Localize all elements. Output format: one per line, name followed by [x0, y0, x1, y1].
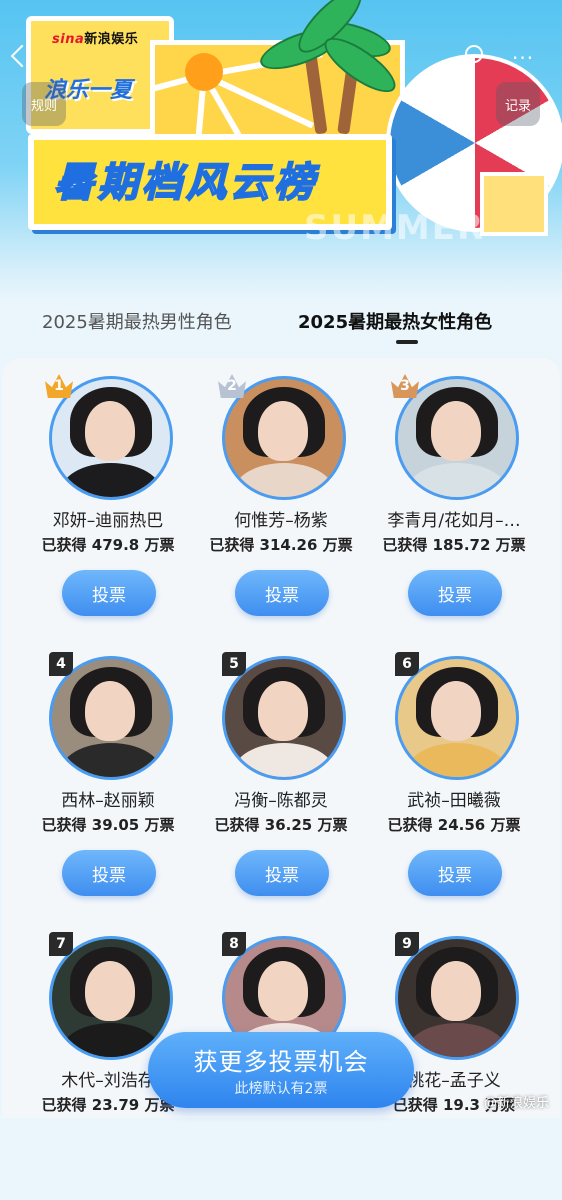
more-icon[interactable]: ···: [512, 46, 534, 70]
more-votes-button[interactable]: 获更多投票机会 此榜默认有2票: [148, 1032, 414, 1108]
vote-button[interactable]: 投票: [235, 570, 329, 616]
rank-badge: 5: [222, 652, 246, 676]
vote-button[interactable]: 投票: [62, 850, 156, 896]
candidate-name: 李青月/花如月–…: [387, 511, 521, 531]
summer-watermark: SUMMER: [304, 208, 486, 248]
candidate-card: 6 武祯–田曦薇 已获得 24.56 万票 投票: [348, 640, 534, 920]
more-votes-label: 获更多投票机会: [193, 1048, 369, 1076]
vote-button[interactable]: 投票: [235, 850, 329, 896]
vote-count: 已获得 185.72 万票: [382, 536, 526, 554]
rank-badge: 7: [49, 932, 73, 956]
candidate-card: 2 何惟芳–杨紫 已获得 314.26 万票 投票: [175, 360, 361, 640]
sina-logo: sina新浪娱乐: [52, 32, 139, 47]
watermark: @新浪娱乐: [484, 1096, 550, 1111]
candidate-card: 5 冯衡–陈都灵 已获得 36.25 万票 投票: [175, 640, 361, 920]
active-tab-indicator: [396, 340, 418, 344]
rank-crown-icon: 1: [45, 374, 73, 398]
more-votes-sublabel: 此榜默认有2票: [234, 1081, 328, 1097]
share-icon[interactable]: [465, 45, 483, 63]
record-button[interactable]: 记录: [496, 82, 540, 126]
rank-badge: 6: [395, 652, 419, 676]
vote-button[interactable]: 投票: [408, 570, 502, 616]
page-title: 暑期档风云榜: [53, 159, 318, 207]
banner: sina新浪娱乐 浪乐一夏 暑期档风云榜 SUMMER ··· 规则 记录: [0, 0, 562, 300]
rules-button[interactable]: 规则: [22, 82, 66, 126]
side-pill[interactable]: [538, 132, 562, 160]
rank-badge: 4: [49, 652, 73, 676]
beach-panel: [480, 172, 548, 236]
vote-count: 已获得 24.56 万票: [387, 816, 521, 834]
category-tabs: 2025暑期最热男性角色 2025暑期最热女性角色: [0, 300, 562, 350]
vote-button[interactable]: 投票: [408, 850, 502, 896]
sun-icon: [185, 53, 223, 91]
rank-crown-icon: 2: [218, 374, 246, 398]
candidate-card: 4 西林–赵丽颖 已获得 39.05 万票 投票: [2, 640, 188, 920]
candidate-card: 3 李青月/花如月–… 已获得 185.72 万票 投票: [348, 360, 534, 640]
rank-crown-icon: 3: [391, 374, 419, 398]
vote-button[interactable]: 投票: [62, 570, 156, 616]
rank-badge: 9: [395, 932, 419, 956]
candidate-name: 武祯–田曦薇: [407, 791, 501, 811]
candidate-card: 1 邓妍–迪丽热巴 已获得 479.8 万票 投票: [2, 360, 188, 640]
tab-male-roles[interactable]: 2025暑期最热男性角色: [42, 308, 232, 334]
tab-female-roles[interactable]: 2025暑期最热女性角色: [298, 308, 492, 334]
rank-badge: 8: [222, 932, 246, 956]
palm-tree-icon: [255, 0, 404, 135]
